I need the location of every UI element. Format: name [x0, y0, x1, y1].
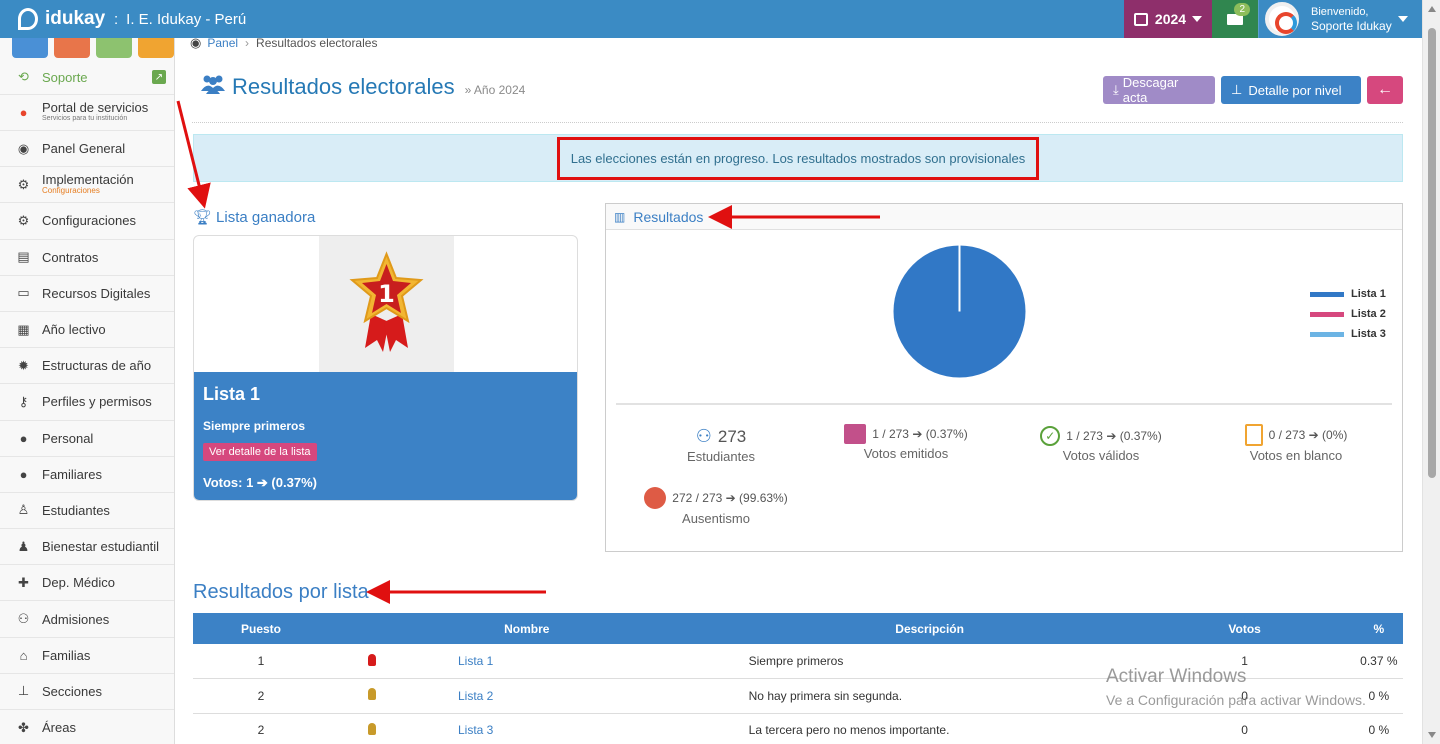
windows-activation-watermark: Activar Windows Ve a Configuración para … — [1106, 666, 1366, 708]
annotation-arrow — [176, 100, 211, 209]
annotation-arrows — [176, 100, 880, 604]
watermark-line1: Activar Windows — [1106, 666, 1247, 687]
watermark-line2: Ve a Configuración para activar Windows. — [1106, 692, 1366, 708]
